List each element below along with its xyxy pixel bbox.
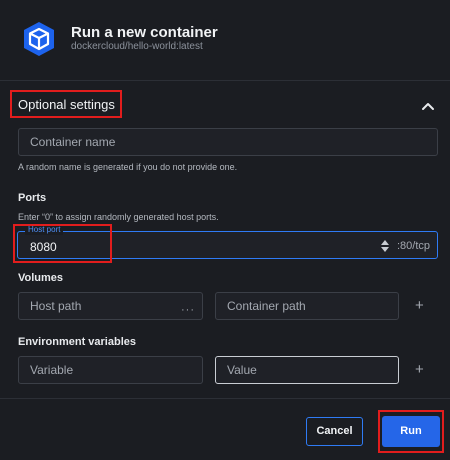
container-name-help: A random name is generated if you do not…	[18, 162, 238, 172]
ports-help: Enter “0” to assign randomly generated h…	[18, 212, 219, 222]
header-divider	[0, 80, 450, 81]
container-port: :80/tcp	[397, 240, 431, 252]
add-env-button[interactable]: +	[415, 361, 424, 378]
host-path-input[interactable]	[18, 292, 203, 320]
browse-host-path-button[interactable]: ···	[181, 304, 195, 316]
container-name-input[interactable]	[18, 128, 438, 156]
env-value-input[interactable]	[215, 356, 399, 384]
optional-settings-title[interactable]: Optional settings	[18, 97, 115, 112]
ports-label: Ports	[18, 192, 47, 204]
cancel-button[interactable]: Cancel	[306, 417, 363, 446]
dialog-header: Run a new container dockercloud/hello-wo…	[0, 0, 450, 80]
dialog-title: Run a new container	[71, 24, 218, 41]
add-volume-button[interactable]: +	[415, 297, 424, 314]
host-port-highlight	[13, 224, 112, 263]
env-label: Environment variables	[18, 336, 136, 348]
env-variable-input[interactable]	[18, 356, 203, 384]
container-path-input[interactable]	[215, 292, 399, 320]
port-stepper-icon[interactable]	[380, 239, 390, 253]
run-button[interactable]: Run	[382, 416, 440, 447]
footer-divider	[0, 398, 450, 399]
container-box-icon	[24, 22, 54, 56]
image-name: dockercloud/hello-world:latest	[71, 41, 203, 52]
chevron-up-icon[interactable]	[420, 98, 436, 114]
volumes-label: Volumes	[18, 272, 64, 284]
